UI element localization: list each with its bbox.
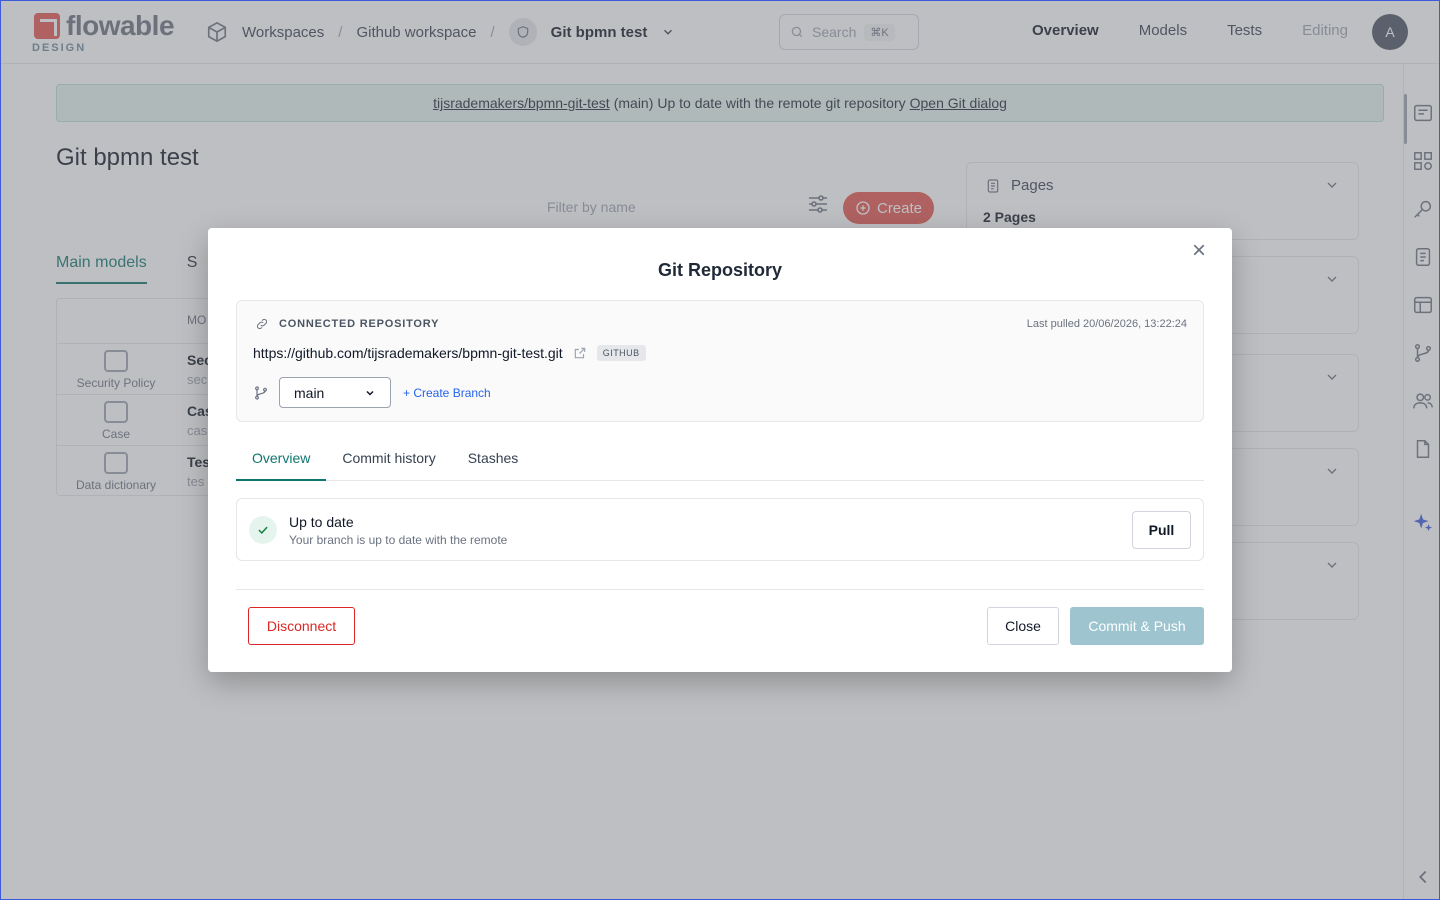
pull-button[interactable]: Pull: [1132, 511, 1191, 549]
status-title: Up to date: [289, 514, 354, 530]
branch-select[interactable]: main: [279, 377, 391, 408]
disconnect-button[interactable]: Disconnect: [248, 607, 355, 645]
commit-push-button[interactable]: Commit & Push: [1070, 607, 1204, 645]
tab-overview[interactable]: Overview: [236, 442, 327, 481]
close-icon[interactable]: ×: [1188, 239, 1210, 263]
repo-url-row: https://github.com/tijsrademakers/bpmn-g…: [253, 345, 646, 361]
footer-divider: [236, 589, 1204, 590]
connected-repository-card: CONNECTED REPOSITORY Last pulled 20/06/2…: [236, 300, 1204, 422]
dialog-title: Git Repository: [657, 260, 782, 280]
close-button[interactable]: Close: [987, 607, 1059, 645]
status-subtitle: Your branch is up to date with the remot…: [289, 533, 508, 547]
create-branch-link[interactable]: + Create Branch: [403, 386, 491, 400]
tab-stashes[interactable]: Stashes: [452, 442, 535, 481]
provider-badge: GITHUB: [596, 345, 646, 361]
dialog-tabs: Overview Commit history Stashes: [236, 442, 1204, 481]
last-pulled-timestamp: Last pulled 20/06/2026, 13:22:24: [1026, 318, 1187, 330]
branch-selected: main: [294, 384, 325, 401]
sync-status-card: Up to date Your branch is up to date wit…: [236, 498, 1204, 561]
external-link-icon[interactable]: [573, 346, 587, 360]
git-branch-icon: [255, 385, 267, 400]
chevron-down-icon: [366, 390, 374, 396]
check-icon: [249, 516, 277, 544]
tab-commit-history[interactable]: Commit history: [326, 442, 451, 481]
repo-heading: CONNECTED REPOSITORY: [253, 317, 439, 331]
repo-heading-label: CONNECTED REPOSITORY: [279, 318, 440, 330]
git-repository-dialog: × Git Repository CONNECTED REPOSITORY La…: [208, 228, 1232, 672]
branch-row: main + Create Branch: [253, 377, 491, 408]
repo-url: https://github.com/tijsrademakers/bpmn-g…: [253, 345, 563, 361]
link-icon: [256, 318, 268, 330]
